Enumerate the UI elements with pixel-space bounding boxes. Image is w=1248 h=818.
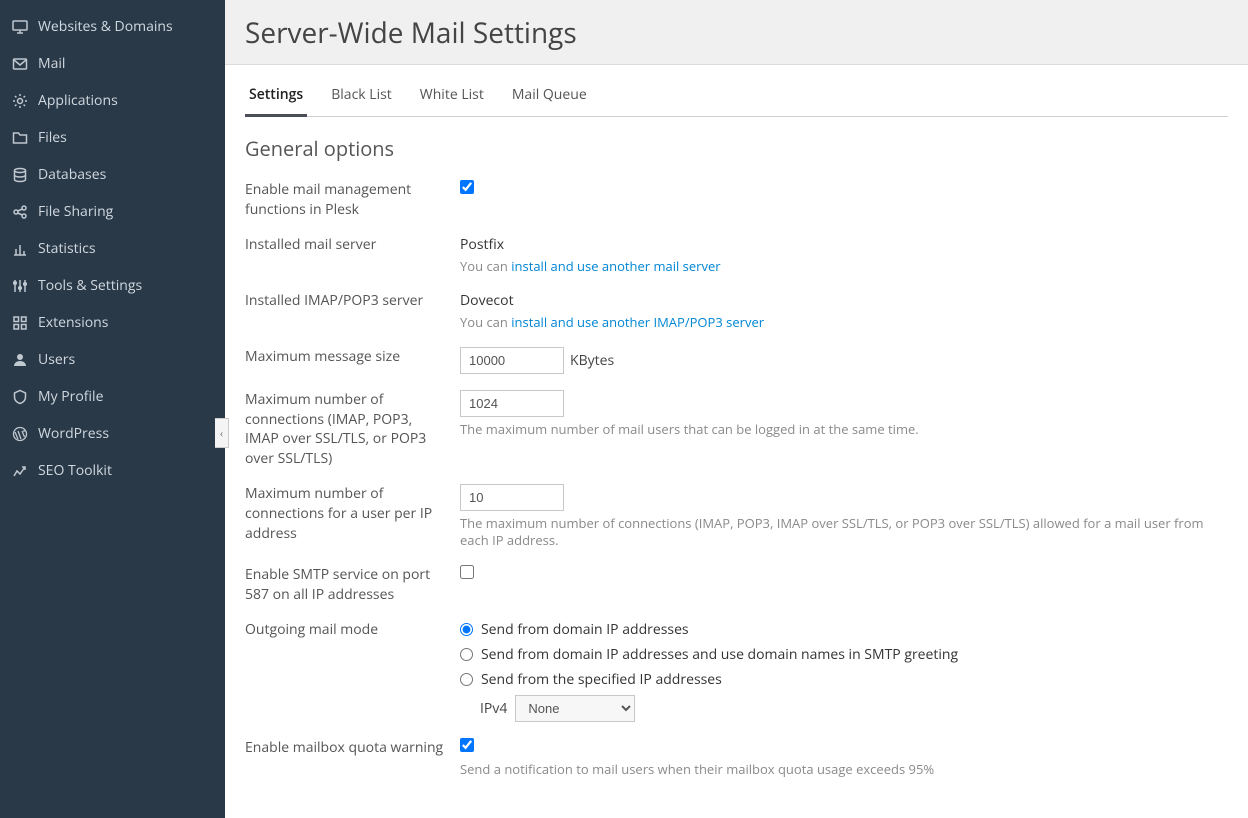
tab-whitelist[interactable]: White List <box>416 79 488 116</box>
quota-hint: Send a notification to mail users when t… <box>460 761 1228 778</box>
enable-mail-checkbox[interactable] <box>460 180 474 194</box>
sidebar-item-applications[interactable]: Applications <box>0 82 225 119</box>
enable-quota-label: Enable mailbox quota warning <box>245 738 460 758</box>
max-conn-per-ip-label: Maximum number of connections for a user… <box>245 484 460 543</box>
outgoing-mode-radio-3[interactable] <box>460 673 473 686</box>
installed-imap-value: Dovecot <box>460 291 1228 310</box>
envelope-icon <box>12 56 28 72</box>
max-message-size-label: Maximum message size <box>245 347 460 367</box>
outgoing-mode-opt2: Send from domain IP addresses and use do… <box>481 645 958 664</box>
main: Server-Wide Mail Settings Settings Black… <box>225 0 1248 818</box>
max-conn-per-ip-hint: The maximum number of connections (IMAP,… <box>460 515 1228 549</box>
gear-icon <box>12 93 28 109</box>
sidebar-label: Databases <box>38 165 106 184</box>
max-message-size-unit: KBytes <box>570 351 614 370</box>
max-connections-input[interactable] <box>460 390 564 417</box>
seo-icon <box>12 463 28 479</box>
stats-icon <box>12 241 28 257</box>
tab-settings[interactable]: Settings <box>245 79 307 117</box>
sidebar: Websites & Domains Mail Applications Fil… <box>0 0 225 818</box>
ipv4-select[interactable]: None <box>515 695 635 722</box>
enable-smtp-587-label: Enable SMTP service on port 587 on all I… <box>245 565 460 604</box>
max-conn-per-ip-input[interactable] <box>460 484 564 511</box>
outgoing-mode-opt3: Send from the specified IP addresses <box>481 670 722 689</box>
sidebar-label: Websites & Domains <box>38 17 173 36</box>
max-message-size-input[interactable] <box>460 347 564 374</box>
tab-blacklist[interactable]: Black List <box>327 79 396 116</box>
share-icon <box>12 204 28 220</box>
installed-mail-server-value: Postfix <box>460 235 1228 254</box>
sidebar-label: Statistics <box>38 239 96 258</box>
sidebar-label: My Profile <box>38 387 103 406</box>
max-connections-hint: The maximum number of mail users that ca… <box>460 421 1228 438</box>
tabs: Settings Black List White List Mail Queu… <box>245 65 1228 117</box>
imap-server-hint: You can install and use another IMAP/POP… <box>460 314 1228 331</box>
sidebar-label: Users <box>38 350 75 369</box>
install-imap-server-link[interactable]: install and use another IMAP/POP3 server <box>511 313 764 331</box>
sidebar-label: Files <box>38 128 67 147</box>
sidebar-label: File Sharing <box>38 202 113 221</box>
sidebar-item-files[interactable]: Files <box>0 119 225 156</box>
page-header: Server-Wide Mail Settings <box>225 0 1248 65</box>
sidebar-label: WordPress <box>38 424 109 443</box>
sidebar-item-statistics[interactable]: Statistics <box>0 230 225 267</box>
sidebar-item-websites[interactable]: Websites & Domains <box>0 8 225 45</box>
outgoing-mode-opt1: Send from domain IP addresses <box>481 620 689 639</box>
max-connections-label: Maximum number of connections (IMAP, POP… <box>245 390 460 468</box>
installed-mail-server-label: Installed mail server <box>245 235 460 255</box>
monitor-icon <box>12 19 28 35</box>
sidebar-label: Tools & Settings <box>38 276 142 295</box>
sliders-icon <box>12 278 28 294</box>
enable-quota-checkbox[interactable] <box>460 738 474 752</box>
enable-smtp-587-checkbox[interactable] <box>460 565 474 579</box>
sidebar-item-tools[interactable]: Tools & Settings <box>0 267 225 304</box>
outgoing-mode-label: Outgoing mail mode <box>245 620 460 640</box>
profile-icon <box>12 389 28 405</box>
wordpress-icon <box>12 426 28 442</box>
page-title: Server-Wide Mail Settings <box>245 14 1228 52</box>
ipv4-label: IPv4 <box>480 699 507 718</box>
extensions-icon <box>12 315 28 331</box>
folder-icon <box>12 130 28 146</box>
outgoing-mode-radio-2[interactable] <box>460 648 473 661</box>
sidebar-collapse-handle[interactable]: ‹ <box>215 418 229 448</box>
user-icon <box>12 352 28 368</box>
sidebar-item-profile[interactable]: My Profile <box>0 378 225 415</box>
sidebar-label: Applications <box>38 91 118 110</box>
sidebar-item-seo[interactable]: SEO Toolkit <box>0 452 225 489</box>
sidebar-item-users[interactable]: Users <box>0 341 225 378</box>
sidebar-item-databases[interactable]: Databases <box>0 156 225 193</box>
section-title: General options <box>245 135 1228 162</box>
sidebar-label: Mail <box>38 54 65 73</box>
sidebar-label: Extensions <box>38 313 108 332</box>
tab-mailqueue[interactable]: Mail Queue <box>508 79 591 116</box>
chevron-left-icon: ‹ <box>220 426 223 440</box>
sidebar-item-mail[interactable]: Mail <box>0 45 225 82</box>
sidebar-label: SEO Toolkit <box>38 461 112 480</box>
enable-mail-label: Enable mail management functions in Ples… <box>245 180 460 219</box>
database-icon <box>12 167 28 183</box>
sidebar-item-extensions[interactable]: Extensions <box>0 304 225 341</box>
installed-imap-label: Installed IMAP/POP3 server <box>245 291 460 311</box>
outgoing-mode-radio-1[interactable] <box>460 623 473 636</box>
mail-server-hint: You can install and use another mail ser… <box>460 258 1228 275</box>
sidebar-item-filesharing[interactable]: File Sharing <box>0 193 225 230</box>
install-mail-server-link[interactable]: install and use another mail server <box>511 257 720 275</box>
sidebar-item-wordpress[interactable]: WordPress <box>0 415 225 452</box>
